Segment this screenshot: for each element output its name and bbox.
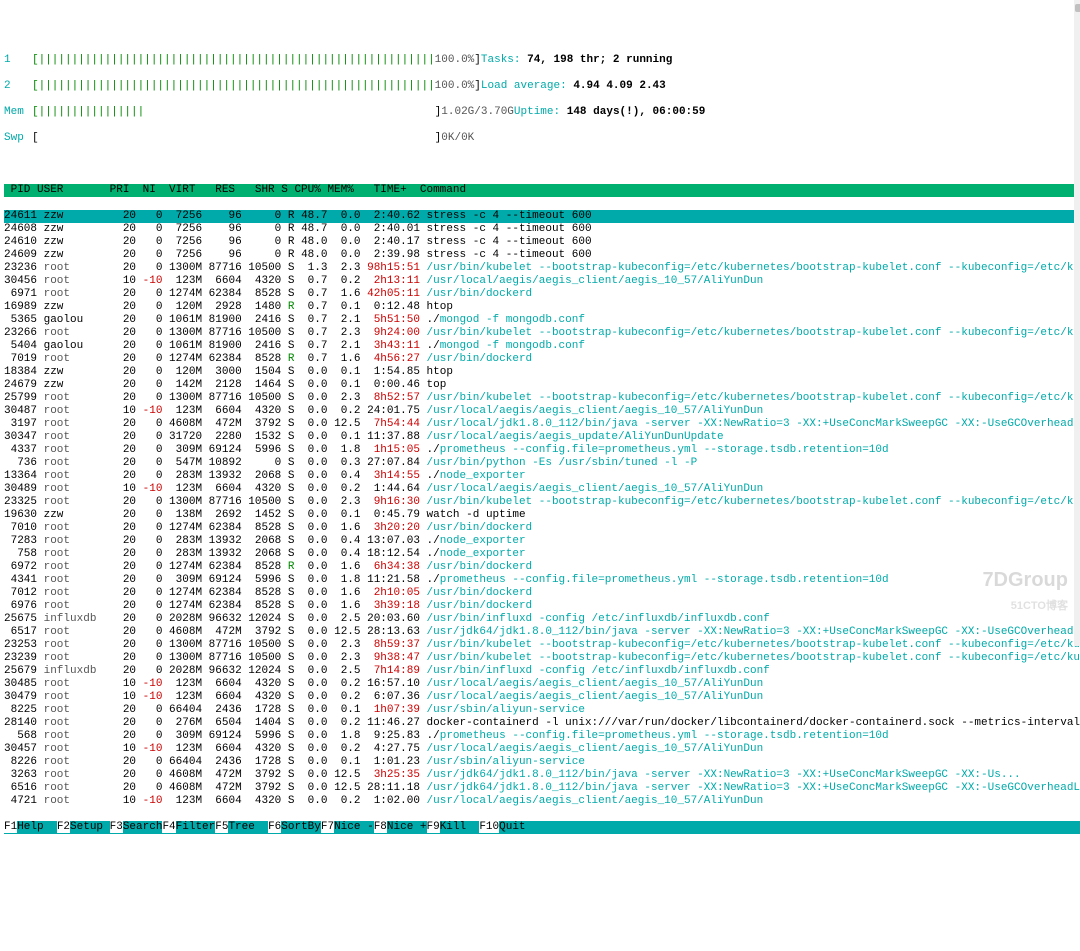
process-row[interactable]: 23253 root 20 0 1300M 87716 10500 S 0.0 … [4,639,1080,652]
process-row[interactable]: 568 root 20 0 309M 69124 5996 S 0.0 1.8 … [4,730,1080,743]
process-row[interactable]: 7012 root 20 0 1274M 62384 8528 S 0.0 1.… [4,587,1080,600]
fnkey-F9[interactable]: F9 [427,821,440,833]
process-row[interactable]: 25675 influxdb 20 0 2028M 96632 12024 S … [4,613,1080,626]
process-row[interactable]: 6516 root 20 0 4608M 472M 3792 S 0.0 12.… [4,782,1080,795]
process-row[interactable]: 736 root 20 0 547M 10892 0 S 0.0 0.3 27:… [4,457,1080,470]
fnkey-F7[interactable]: F7 [321,821,334,833]
fnkey-F1[interactable]: F1 [4,821,17,833]
scrollbar-thumb[interactable] [1075,4,1080,12]
process-row[interactable]: 24609 zzw 20 0 7256 96 0 R 48.0 0.0 2:39… [4,249,1080,262]
process-row[interactable]: 19630 zzw 20 0 138M 2692 1452 S 0.0 0.1 … [4,509,1080,522]
process-row[interactable]: 4337 root 20 0 309M 69124 5996 S 0.0 1.8… [4,444,1080,457]
fnkey-F10[interactable]: F10 [479,821,499,833]
watermark: 7DGroup 51CTO博客 [971,561,1068,626]
fnkey-F3[interactable]: F3 [110,821,123,833]
process-row[interactable]: 24611 zzw 20 0 7256 96 0 R 48.7 0.0 2:40… [4,210,1080,223]
process-row[interactable]: 6517 root 20 0 4608M 472M 3792 S 0.0 12.… [4,626,1080,639]
process-row[interactable]: 24679 zzw 20 0 142M 2128 1464 S 0.0 0.1 … [4,379,1080,392]
column-header[interactable]: PID USER PRI NI VIRT RES SHR S CPU% MEM%… [4,184,1080,197]
fnkey-F2[interactable]: F2 [57,821,70,833]
process-row[interactable]: 6972 root 20 0 1274M 62384 8528 R 0.0 1.… [4,561,1080,574]
process-row[interactable]: 4721 root 10 -10 123M 6604 4320 S 0.0 0.… [4,795,1080,808]
process-row[interactable]: 5365 gaolou 20 0 1061M 81900 2416 S 0.7 … [4,314,1080,327]
process-row[interactable]: 3197 root 20 0 4608M 472M 3792 S 0.0 12.… [4,418,1080,431]
process-row[interactable]: 30479 root 10 -10 123M 6604 4320 S 0.0 0… [4,691,1080,704]
process-row[interactable]: 23236 root 20 0 1300M 87716 10500 S 1.3 … [4,262,1080,275]
process-row[interactable]: 4341 root 20 0 309M 69124 5996 S 0.0 1.8… [4,574,1080,587]
process-row[interactable]: 5404 gaolou 20 0 1061M 81900 2416 S 0.7 … [4,340,1080,353]
process-row[interactable]: 6976 root 20 0 1274M 62384 8528 S 0.0 1.… [4,600,1080,613]
process-row[interactable]: 23239 root 20 0 1300M 87716 10500 S 0.0 … [4,652,1080,665]
process-row[interactable]: 8226 root 20 0 66404 2436 1728 S 0.0 0.1… [4,756,1080,769]
process-row[interactable]: 30457 root 10 -10 123M 6604 4320 S 0.0 0… [4,743,1080,756]
process-row[interactable]: 30456 root 10 -10 123M 6604 4320 S 0.7 0… [4,275,1080,288]
scrollbar[interactable] [1074,0,1080,646]
process-row[interactable]: 30489 root 10 -10 123M 6604 4320 S 0.0 0… [4,483,1080,496]
fnkey-F5[interactable]: F5 [215,821,228,833]
process-row[interactable]: 6971 root 20 0 1274M 62384 8528 S 0.7 1.… [4,288,1080,301]
process-list[interactable]: 24611 zzw 20 0 7256 96 0 R 48.7 0.0 2:40… [4,210,1080,808]
fnkey-F8[interactable]: F8 [374,821,387,833]
cpu1-label: 1 [4,54,32,67]
process-row[interactable]: 24610 zzw 20 0 7256 96 0 R 48.0 0.0 2:40… [4,236,1080,249]
process-row[interactable]: 30485 root 10 -10 123M 6604 4320 S 0.0 0… [4,678,1080,691]
process-row[interactable]: 25679 influxdb 20 0 2028M 96632 12024 S … [4,665,1080,678]
mem-meter: Mem[|||||||||||||||| ]1.02G/3.70G Uptime… [4,106,1080,119]
process-row[interactable]: 30347 root 20 0 31720 2280 1532 S 0.0 0.… [4,431,1080,444]
process-row[interactable]: 8225 root 20 0 66404 2436 1728 S 0.0 0.1… [4,704,1080,717]
cpu2-meter: 2[||||||||||||||||||||||||||||||||||||||… [4,80,1080,93]
process-row[interactable]: 23266 root 20 0 1300M 87716 10500 S 0.7 … [4,327,1080,340]
process-row[interactable]: 25799 root 20 0 1300M 87716 10500 S 0.0 … [4,392,1080,405]
function-key-bar[interactable]: F1Help F2Setup F3SearchF4FilterF5Tree F6… [4,821,1080,834]
fnkey-F4[interactable]: F4 [162,821,175,833]
process-row[interactable]: 3263 root 20 0 4608M 472M 3792 S 0.0 12.… [4,769,1080,782]
swp-meter: Swp[ ]0K/0K [4,132,1080,145]
process-row[interactable]: 16989 zzw 20 0 120M 2928 1480 R 0.7 0.1 … [4,301,1080,314]
swp-label: Swp [4,132,32,145]
cpu2-label: 2 [4,80,32,93]
tasks-stat: Tasks: 74, 198 thr; 2 running [481,54,672,67]
load-stat: Load average: 4.94 4.09 2.43 [481,80,666,93]
fnkey-F6[interactable]: F6 [268,821,281,833]
process-row[interactable]: 30487 root 10 -10 123M 6604 4320 S 0.0 0… [4,405,1080,418]
uptime-stat: Uptime: 148 days(!), 06:00:59 [514,106,705,119]
process-row[interactable]: 7019 root 20 0 1274M 62384 8528 R 0.7 1.… [4,353,1080,366]
cpu1-meter: 1[||||||||||||||||||||||||||||||||||||||… [4,54,1080,67]
mem-label: Mem [4,106,32,119]
process-row[interactable]: 758 root 20 0 283M 13932 2068 S 0.0 0.4 … [4,548,1080,561]
process-row[interactable]: 24608 zzw 20 0 7256 96 0 R 48.7 0.0 2:40… [4,223,1080,236]
process-row[interactable]: 23325 root 20 0 1300M 87716 10500 S 0.0 … [4,496,1080,509]
process-row[interactable]: 13364 root 20 0 283M 13932 2068 S 0.0 0.… [4,470,1080,483]
process-row[interactable]: 28140 root 20 0 276M 6504 1404 S 0.0 0.2… [4,717,1080,730]
process-row[interactable]: 18384 zzw 20 0 120M 3000 1504 S 0.0 0.1 … [4,366,1080,379]
process-row[interactable]: 7010 root 20 0 1274M 62384 8528 S 0.0 1.… [4,522,1080,535]
process-row[interactable]: 7283 root 20 0 283M 13932 2068 S 0.0 0.4… [4,535,1080,548]
